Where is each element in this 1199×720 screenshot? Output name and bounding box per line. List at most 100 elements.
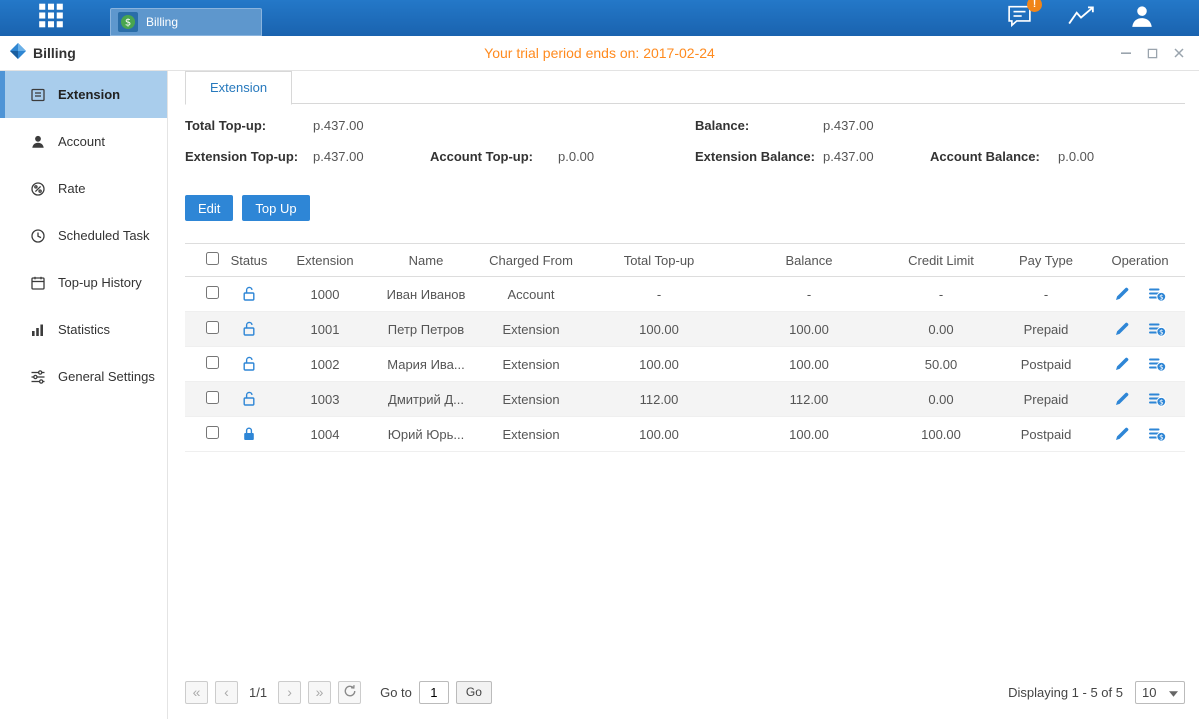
col-header-name: Name — [375, 244, 477, 277]
cell-pay-type: Prepaid — [997, 382, 1095, 417]
resource-monitor-button[interactable] — [1067, 4, 1095, 33]
cell-name: Юрий Юрь... — [375, 417, 477, 452]
cell-credit-limit: 0.00 — [885, 382, 997, 417]
go-button[interactable]: Go — [456, 681, 492, 704]
tab-extension[interactable]: Extension — [185, 71, 292, 105]
summary-value: p.437.00 — [823, 149, 874, 164]
next-page-button[interactable]: › — [278, 681, 301, 704]
col-header-extension: Extension — [275, 244, 375, 277]
first-page-button[interactable]: « — [185, 681, 208, 704]
close-button[interactable] — [1173, 47, 1185, 59]
refresh-button[interactable] — [338, 681, 361, 704]
table-row: 1004Юрий Юрь...Extension100.00100.00100.… — [185, 417, 1185, 452]
svg-text:$: $ — [1159, 329, 1163, 337]
pencil-icon[interactable] — [1114, 426, 1130, 442]
coin-topup-icon[interactable]: $ — [1148, 286, 1166, 302]
coin-topup-icon[interactable]: $ — [1148, 426, 1166, 442]
sidebar-item-top-up-history[interactable]: Top-up History — [0, 259, 167, 306]
row-checkbox[interactable] — [206, 356, 219, 369]
cell-credit-limit: 0.00 — [885, 312, 997, 347]
summary-value: p.0.00 — [558, 149, 594, 164]
top-up-button[interactable]: Top Up — [242, 195, 309, 221]
rate-circle-icon — [30, 181, 46, 197]
goto-page-input[interactable] — [419, 681, 449, 704]
page-indicator: 1/1 — [249, 685, 267, 700]
row-select-cell — [185, 347, 223, 382]
svg-text:$: $ — [1159, 364, 1163, 372]
cell-operation: $ — [1095, 347, 1185, 382]
pencil-icon[interactable] — [1114, 321, 1130, 337]
maximize-button[interactable] — [1147, 48, 1158, 59]
summary-value: p.437.00 — [313, 149, 364, 164]
cell-extension: 1003 — [275, 382, 375, 417]
bar-chart-icon — [30, 322, 46, 338]
summary-value: p.437.00 — [823, 118, 874, 133]
table-header-row: StatusExtensionNameCharged FromTotal Top… — [185, 244, 1185, 277]
app-grid-button[interactable] — [36, 2, 66, 34]
cell-extension: 1002 — [275, 347, 375, 382]
pencil-icon[interactable] — [1114, 391, 1130, 407]
cell-balance: - — [733, 277, 885, 312]
cell-status — [223, 382, 275, 417]
cell-charged-from: Account — [477, 277, 585, 312]
edit-button[interactable]: Edit — [185, 195, 233, 221]
pencil-icon[interactable] — [1114, 356, 1130, 372]
sidebar-item-account[interactable]: Account — [0, 118, 167, 165]
window-title: Billing — [33, 45, 76, 61]
topbar-right-icons: ! — [1006, 4, 1199, 33]
sidebar-item-extension[interactable]: Extension — [0, 71, 167, 118]
svg-text:$: $ — [1159, 294, 1163, 302]
sidebar-item-statistics[interactable]: Statistics — [0, 306, 167, 353]
window-title-group: Billing — [0, 43, 76, 64]
summary-label: Extension Top-up: — [185, 147, 313, 167]
topbar-billing-tab-label: Billing — [146, 15, 178, 29]
lock-open-icon — [242, 391, 256, 407]
chevron-left-icon: ‹ — [224, 685, 229, 699]
cell-name: Мария Ива... — [375, 347, 477, 382]
user-icon — [30, 134, 46, 150]
row-checkbox[interactable] — [206, 286, 219, 299]
pagination-bar: « ‹ 1/1 › » Go to Go Displaying 1 - 5 of… — [185, 673, 1185, 719]
topbar-billing-tab[interactable]: $ Billing — [110, 8, 262, 36]
row-checkbox[interactable] — [206, 426, 219, 439]
summary-value: p.0.00 — [1058, 149, 1094, 164]
row-checkbox[interactable] — [206, 391, 219, 404]
table-row: 1001Петр ПетровExtension100.00100.000.00… — [185, 312, 1185, 347]
cell-status — [223, 417, 275, 452]
svg-text:$: $ — [1159, 399, 1163, 407]
sidebar-item-label: Account — [58, 134, 105, 149]
summary-field: Extension Balance:p.437.00 — [695, 147, 930, 167]
empty-space — [185, 452, 1185, 673]
billing-app-screen: $ Billing ! Billing Your trial period en… — [0, 0, 1199, 719]
cell-status — [223, 312, 275, 347]
coin-topup-icon[interactable]: $ — [1148, 321, 1166, 337]
summary-label: Extension Balance: — [695, 147, 823, 167]
dollar-app-icon: $ — [118, 12, 138, 32]
table-row: 1000Иван ИвановAccount----$ — [185, 277, 1185, 312]
sidebar-item-rate[interactable]: Rate — [0, 165, 167, 212]
action-buttons: Edit Top Up — [185, 195, 1185, 221]
last-page-button[interactable]: » — [308, 681, 331, 704]
pencil-icon[interactable] — [1114, 286, 1130, 302]
prev-page-button[interactable]: ‹ — [215, 681, 238, 704]
page-size-select[interactable]: 10 — [1135, 681, 1185, 704]
coin-topup-icon[interactable]: $ — [1148, 356, 1166, 372]
select-all-checkbox[interactable] — [206, 252, 219, 265]
lock-open-icon — [242, 321, 256, 337]
messages-button[interactable]: ! — [1006, 4, 1033, 33]
row-checkbox[interactable] — [206, 321, 219, 334]
cell-balance: 100.00 — [733, 417, 885, 452]
cell-name: Петр Петров — [375, 312, 477, 347]
cell-total-top-up: - — [585, 277, 733, 312]
svg-text:$: $ — [125, 18, 131, 29]
calendar-icon — [30, 275, 46, 291]
select-all-cell — [185, 244, 223, 277]
summary-label: Account Balance: — [930, 147, 1058, 167]
user-menu-button[interactable] — [1129, 4, 1155, 33]
sidebar-item-scheduled-task[interactable]: Scheduled Task — [0, 212, 167, 259]
minimize-button[interactable] — [1120, 47, 1132, 59]
coin-topup-icon[interactable]: $ — [1148, 391, 1166, 407]
sidebar-item-label: General Settings — [58, 369, 155, 384]
sidebar-item-general-settings[interactable]: General Settings — [0, 353, 167, 400]
cell-operation: $ — [1095, 382, 1185, 417]
